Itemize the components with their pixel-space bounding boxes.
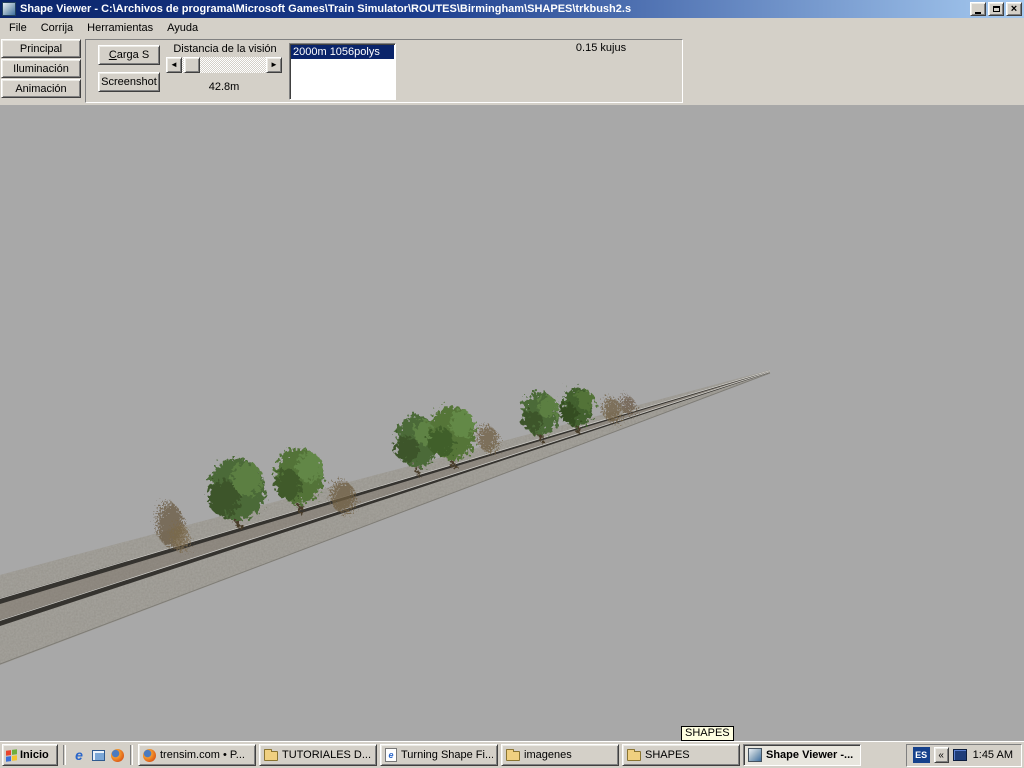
- ie-page-icon: e: [385, 748, 397, 762]
- start-label: Inicio: [20, 749, 49, 761]
- view-distance-slider[interactable]: ◄ ►: [166, 57, 282, 73]
- chevron-left-icon: «: [938, 750, 944, 761]
- view-distance-value: 42.8m: [166, 81, 282, 93]
- toolbar: Principal Iluminación Animación Carga S …: [0, 37, 1024, 105]
- trackside-scene: [0, 105, 1024, 741]
- clock: 1:45 AM: [971, 749, 1015, 761]
- minimize-icon: [975, 12, 981, 14]
- ie-icon: e: [75, 748, 83, 762]
- taskbar-item-turning-shape[interactable]: e Turning Shape Fi...: [380, 744, 498, 766]
- taskbar-item-tutoriales[interactable]: TUTORIALES D...: [259, 744, 377, 766]
- task-label: imagenes: [524, 749, 572, 761]
- scene-svg: [0, 105, 1024, 741]
- screenshot-button[interactable]: Screenshot: [98, 72, 160, 92]
- scene-background: [0, 105, 1024, 741]
- windows-logo-icon: [6, 749, 17, 762]
- slider-track[interactable]: [182, 57, 266, 73]
- quicklaunch-separator: [63, 745, 66, 765]
- taskbar: Inicio e trensim.com • P... TUTORIALES D…: [0, 741, 1024, 768]
- viewport[interactable]: [0, 105, 1024, 741]
- shape-viewer-window: Shape Viewer - C:\Archivos de programa\M…: [0, 0, 1024, 768]
- language-indicator[interactable]: ES: [913, 747, 930, 763]
- tray-app-icon[interactable]: [953, 749, 967, 761]
- tab-iluminacion[interactable]: Iluminación: [1, 59, 81, 78]
- restore-button[interactable]: [988, 2, 1004, 16]
- task-label: Turning Shape Fi...: [401, 749, 493, 761]
- window-title: Shape Viewer - C:\Archivos de programa\M…: [20, 3, 968, 15]
- shape-viewer-icon: [748, 748, 762, 762]
- menu-corrija[interactable]: Corrija: [34, 20, 80, 36]
- folder-icon: [264, 751, 278, 761]
- folder-icon: [627, 751, 641, 761]
- desktop-icon: [92, 750, 105, 761]
- firefox-icon: [111, 749, 124, 762]
- shapes-tooltip: SHAPES: [681, 726, 734, 741]
- scroll-right-button[interactable]: ►: [266, 57, 282, 73]
- close-icon: ×: [1011, 4, 1017, 15]
- task-label: SHAPES: [645, 749, 690, 761]
- window-controls: ×: [968, 2, 1022, 16]
- task-label: Shape Viewer -...: [766, 749, 853, 761]
- task-label: TUTORIALES D...: [282, 749, 371, 761]
- render-speed-status: 0.15 kujus: [526, 42, 676, 54]
- taskbar-item-imagenes[interactable]: imagenes: [501, 744, 619, 766]
- close-button[interactable]: ×: [1006, 2, 1022, 16]
- system-tray: ES « 1:45 AM: [906, 744, 1022, 767]
- taskbar-item-trensim[interactable]: trensim.com • P...: [138, 744, 256, 766]
- menu-herramientas[interactable]: Herramientas: [80, 20, 160, 36]
- load-shape-label: Carga S: [99, 49, 159, 61]
- ie-icon: e: [388, 751, 393, 760]
- scroll-right-icon: ►: [270, 61, 278, 69]
- taskbar-item-shape-viewer[interactable]: Shape Viewer -...: [743, 744, 861, 766]
- tab-principal[interactable]: Principal: [1, 39, 81, 58]
- load-shape-button[interactable]: Carga S: [98, 45, 160, 65]
- view-distance-label: Distancia de la visión: [160, 43, 290, 55]
- ie-quicklaunch-icon[interactable]: e: [71, 747, 87, 763]
- restore-icon: [993, 6, 1000, 12]
- taskarea-separator: [130, 745, 133, 765]
- minimize-button[interactable]: [970, 2, 986, 16]
- taskbar-item-shapes[interactable]: SHAPES: [622, 744, 740, 766]
- menu-bar: File Corrija Herramientas Ayuda: [0, 18, 1024, 37]
- folder-icon: [506, 751, 520, 761]
- tab-animacion[interactable]: Animación: [1, 79, 81, 98]
- titlebar[interactable]: Shape Viewer - C:\Archivos de programa\M…: [0, 0, 1024, 18]
- show-desktop-icon[interactable]: [90, 747, 106, 763]
- bush-3: [478, 426, 498, 452]
- task-label: trensim.com • P...: [160, 749, 245, 761]
- app-icon: [2, 2, 16, 16]
- scroll-left-button[interactable]: ◄: [166, 57, 182, 73]
- menu-ayuda[interactable]: Ayuda: [160, 20, 205, 36]
- menu-file[interactable]: File: [2, 20, 34, 36]
- firefox-icon: [143, 749, 156, 762]
- tray-collapse-button[interactable]: «: [934, 747, 949, 763]
- slider-thumb[interactable]: [184, 57, 200, 73]
- firefox-quicklaunch-icon[interactable]: [109, 747, 125, 763]
- start-button[interactable]: Inicio: [2, 744, 58, 766]
- toolbar-panel: Carga S Screenshot Distancia de la visió…: [85, 39, 683, 103]
- scroll-left-icon: ◄: [170, 61, 178, 69]
- lod-listbox[interactable]: 2000m 1056polys: [289, 43, 396, 100]
- bush-2: [331, 481, 355, 513]
- lod-item-selected[interactable]: 2000m 1056polys: [291, 45, 394, 59]
